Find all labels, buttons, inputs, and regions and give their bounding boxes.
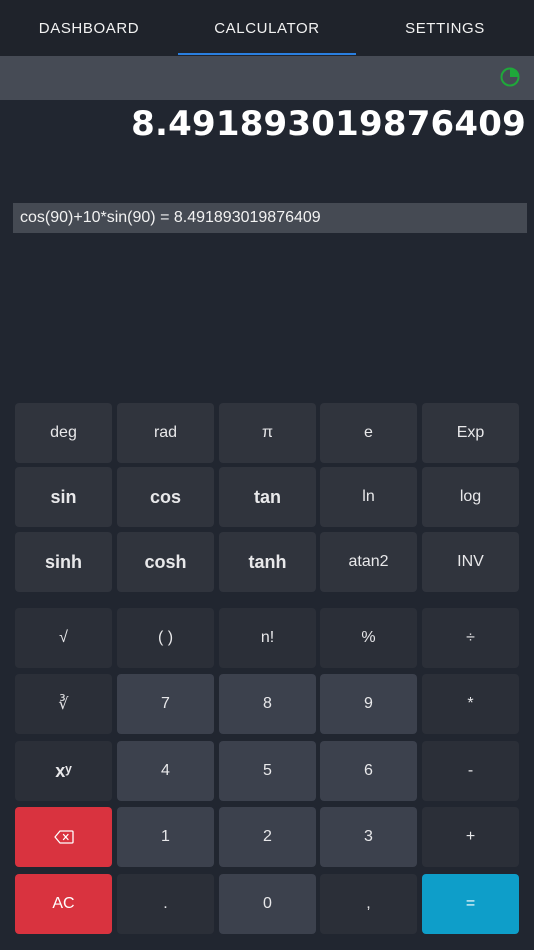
- key-pi[interactable]: π: [219, 403, 316, 463]
- key-2[interactable]: 2: [219, 807, 316, 867]
- key-divide[interactable]: ÷: [422, 608, 519, 668]
- tab-dashboard[interactable]: DASHBOARD: [0, 0, 178, 56]
- key-backspace[interactable]: [15, 807, 112, 867]
- history-bar: [0, 56, 534, 100]
- key-e[interactable]: e: [320, 403, 417, 463]
- key-9[interactable]: 9: [320, 674, 417, 734]
- history-clock-icon[interactable]: [498, 65, 522, 89]
- key-ln[interactable]: ln: [320, 467, 417, 527]
- key-atan2[interactable]: atan2: [320, 532, 417, 592]
- key-tanh[interactable]: tanh: [219, 532, 316, 592]
- key-log[interactable]: log: [422, 467, 519, 527]
- key-sqrt[interactable]: √: [15, 608, 112, 668]
- expression-history[interactable]: cos(90)+10*sin(90) = 8.491893019876409: [13, 203, 527, 233]
- key-rad[interactable]: rad: [117, 403, 214, 463]
- key-add[interactable]: +: [422, 807, 519, 867]
- key-all-clear[interactable]: AC: [15, 874, 112, 934]
- key-subtract[interactable]: -: [422, 741, 519, 801]
- key-power[interactable]: xʸ: [15, 741, 112, 801]
- key-cosh[interactable]: cosh: [117, 532, 214, 592]
- key-sin[interactable]: sin: [15, 467, 112, 527]
- key-factorial[interactable]: n!: [219, 608, 316, 668]
- key-0[interactable]: 0: [219, 874, 316, 934]
- tab-bar: DASHBOARD CALCULATOR SETTINGS: [0, 0, 534, 56]
- key-equals[interactable]: =: [422, 874, 519, 934]
- tab-settings[interactable]: SETTINGS: [356, 0, 534, 56]
- key-cube-root[interactable]: ∛: [15, 674, 112, 734]
- key-7[interactable]: 7: [117, 674, 214, 734]
- key-1[interactable]: 1: [117, 807, 214, 867]
- key-inv[interactable]: INV: [422, 532, 519, 592]
- key-percent[interactable]: %: [320, 608, 417, 668]
- result-display: 8.491893019876409: [131, 104, 526, 144]
- key-5[interactable]: 5: [219, 741, 316, 801]
- key-tan[interactable]: tan: [219, 467, 316, 527]
- key-3[interactable]: 3: [320, 807, 417, 867]
- key-deg[interactable]: deg: [15, 403, 112, 463]
- backspace-icon: [53, 830, 74, 844]
- tab-calculator[interactable]: CALCULATOR: [178, 0, 356, 56]
- key-4[interactable]: 4: [117, 741, 214, 801]
- key-exp[interactable]: Exp: [422, 403, 519, 463]
- key-6[interactable]: 6: [320, 741, 417, 801]
- key-8[interactable]: 8: [219, 674, 316, 734]
- key-sinh[interactable]: sinh: [15, 532, 112, 592]
- key-multiply[interactable]: *: [422, 674, 519, 734]
- key-cos[interactable]: cos: [117, 467, 214, 527]
- key-decimal[interactable]: .: [117, 874, 214, 934]
- key-comma[interactable]: ,: [320, 874, 417, 934]
- key-parentheses[interactable]: ( ): [117, 608, 214, 668]
